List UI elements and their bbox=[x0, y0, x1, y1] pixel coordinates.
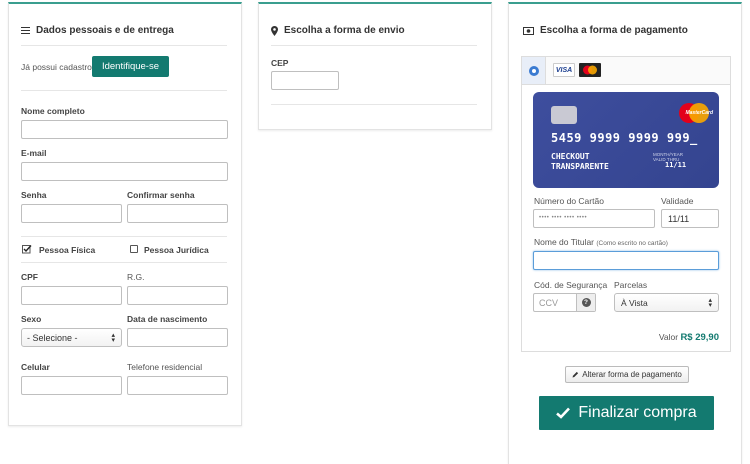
card-valid-display: 11/11 bbox=[665, 161, 687, 169]
rg-input[interactable] bbox=[127, 286, 228, 305]
personal-data-header: Dados pessoais e de entrega bbox=[21, 25, 174, 36]
rg-label: R.G. bbox=[127, 272, 145, 282]
sex-label: Sexo bbox=[21, 314, 42, 324]
birth-date-input[interactable] bbox=[127, 328, 228, 347]
birth-date-label: Data de nascimento bbox=[127, 314, 208, 324]
change-payment-label: Alterar forma de pagamento bbox=[582, 370, 682, 379]
cpf-label: CPF bbox=[21, 272, 38, 282]
already-registered-text: Já possui cadastro? bbox=[21, 62, 97, 72]
email-input[interactable] bbox=[21, 162, 228, 181]
divider bbox=[21, 262, 227, 263]
change-payment-button[interactable]: Alterar forma de pagamento bbox=[565, 366, 689, 383]
mastercard-option[interactable] bbox=[579, 63, 601, 77]
shipping-title: Escolha a forma de envio bbox=[284, 25, 405, 36]
validity-label: Validade bbox=[661, 196, 694, 206]
divider bbox=[21, 45, 227, 46]
value-amount: R$ 29,90 bbox=[680, 332, 719, 343]
visa-option[interactable]: VISA bbox=[553, 63, 575, 77]
select-arrows-icon: ▴ ▾ bbox=[111, 332, 115, 344]
email-label: E-mail bbox=[21, 148, 47, 158]
payment-panel: Escolha a forma de pagamento VISA Master… bbox=[508, 2, 742, 464]
person-physical-label: Pessoa Física bbox=[39, 245, 96, 255]
card-number-placeholder: •••• •••• •••• •••• bbox=[539, 215, 588, 221]
payment-title: Escolha a forma de pagamento bbox=[540, 25, 688, 36]
divider bbox=[271, 104, 477, 105]
divider bbox=[271, 45, 477, 46]
confirm-password-label: Confirmar senha bbox=[127, 190, 195, 200]
validity-input[interactable]: 11/11 bbox=[661, 209, 719, 228]
card-number-label: Número do Cartão bbox=[534, 196, 604, 206]
finalize-purchase-label: Finalizar compra bbox=[578, 404, 697, 421]
personal-data-panel: Dados pessoais e de entrega Já possui ca… bbox=[8, 2, 242, 426]
shipping-header: Escolha a forma de envio bbox=[271, 25, 405, 36]
holder-hint: (Como escrito no cartão) bbox=[596, 240, 668, 247]
holder-label: Nome do Titular (Como escrito no cartão) bbox=[534, 237, 668, 247]
validity-value: 11/11 bbox=[668, 214, 690, 224]
cep-label: CEP bbox=[271, 58, 289, 68]
map-marker-icon bbox=[271, 25, 278, 36]
holder-label-text: Nome do Titular bbox=[534, 237, 594, 247]
pencil-icon bbox=[572, 371, 579, 378]
card-number-display: 5459 9999 9999 999_ bbox=[551, 131, 698, 145]
installments-label: Parcelas bbox=[614, 280, 648, 290]
list-icon bbox=[21, 26, 30, 35]
security-code-label: Cód. de Segurança bbox=[534, 280, 608, 290]
card-chip bbox=[551, 106, 577, 124]
select-arrows-icon: ▴ ▾ bbox=[708, 297, 712, 309]
checked-checkbox-icon bbox=[22, 245, 32, 254]
selected-radio-icon bbox=[529, 66, 539, 76]
sex-select-value: - Selecione - bbox=[27, 333, 78, 343]
security-help-button[interactable]: ? bbox=[576, 294, 595, 311]
home-phone-input[interactable] bbox=[127, 376, 228, 395]
selected-method-tab[interactable] bbox=[522, 57, 546, 84]
home-phone-label: Telefone residencial bbox=[127, 362, 203, 372]
full-name-input[interactable] bbox=[21, 120, 228, 139]
confirm-password-input[interactable] bbox=[127, 204, 228, 223]
personal-data-title: Dados pessoais e de entrega bbox=[36, 25, 174, 36]
mastercard-logo-icon bbox=[583, 65, 597, 75]
divider bbox=[21, 236, 227, 237]
check-icon bbox=[556, 407, 571, 419]
full-name-label: Nome completo bbox=[21, 106, 85, 116]
question-icon: ? bbox=[581, 298, 591, 307]
cpf-input[interactable] bbox=[21, 286, 122, 305]
mobile-input[interactable] bbox=[21, 376, 122, 395]
total-value: Valor R$ 29,90 bbox=[659, 332, 719, 343]
card-holder-line1: CHECKOUT bbox=[551, 152, 590, 161]
divider bbox=[21, 90, 227, 91]
card-holder-display: CHECKOUT TRANSPARENTE bbox=[551, 152, 609, 172]
payment-method-tabs: VISA bbox=[521, 56, 731, 84]
holder-name-input[interactable] bbox=[533, 251, 719, 270]
identify-button[interactable]: Identifique-se bbox=[92, 56, 169, 77]
card-number-input[interactable]: •••• •••• •••• •••• bbox=[533, 209, 655, 228]
security-code-placeholder: CCV bbox=[539, 298, 559, 308]
value-label: Valor bbox=[658, 332, 679, 342]
finalize-purchase-button[interactable]: Finalizar compra bbox=[539, 396, 714, 430]
person-legal-label: Pessoa Jurídica bbox=[144, 245, 209, 255]
installments-value: À Vista bbox=[621, 298, 648, 308]
password-label: Senha bbox=[21, 190, 47, 200]
card-brand-text: MasterCard bbox=[685, 110, 713, 116]
unchecked-checkbox-icon bbox=[130, 245, 138, 253]
password-input[interactable] bbox=[21, 204, 122, 223]
visa-logo: VISA bbox=[555, 66, 573, 74]
money-icon bbox=[523, 26, 534, 35]
card-holder-line2: TRANSPARENTE bbox=[551, 162, 609, 171]
installments-select[interactable]: À Vista ▴ ▾ bbox=[614, 293, 719, 312]
mobile-label: Celular bbox=[21, 362, 50, 372]
card-illustration: MasterCard 5459 9999 9999 999_ CHECKOUT … bbox=[533, 92, 719, 188]
security-code-input[interactable]: CCV ? bbox=[533, 293, 596, 312]
payment-header: Escolha a forma de pagamento bbox=[523, 25, 688, 36]
cep-input[interactable] bbox=[271, 71, 339, 90]
shipping-panel: Escolha a forma de envio CEP bbox=[258, 2, 492, 130]
sex-select[interactable]: - Selecione - ▴ ▾ bbox=[21, 328, 122, 347]
